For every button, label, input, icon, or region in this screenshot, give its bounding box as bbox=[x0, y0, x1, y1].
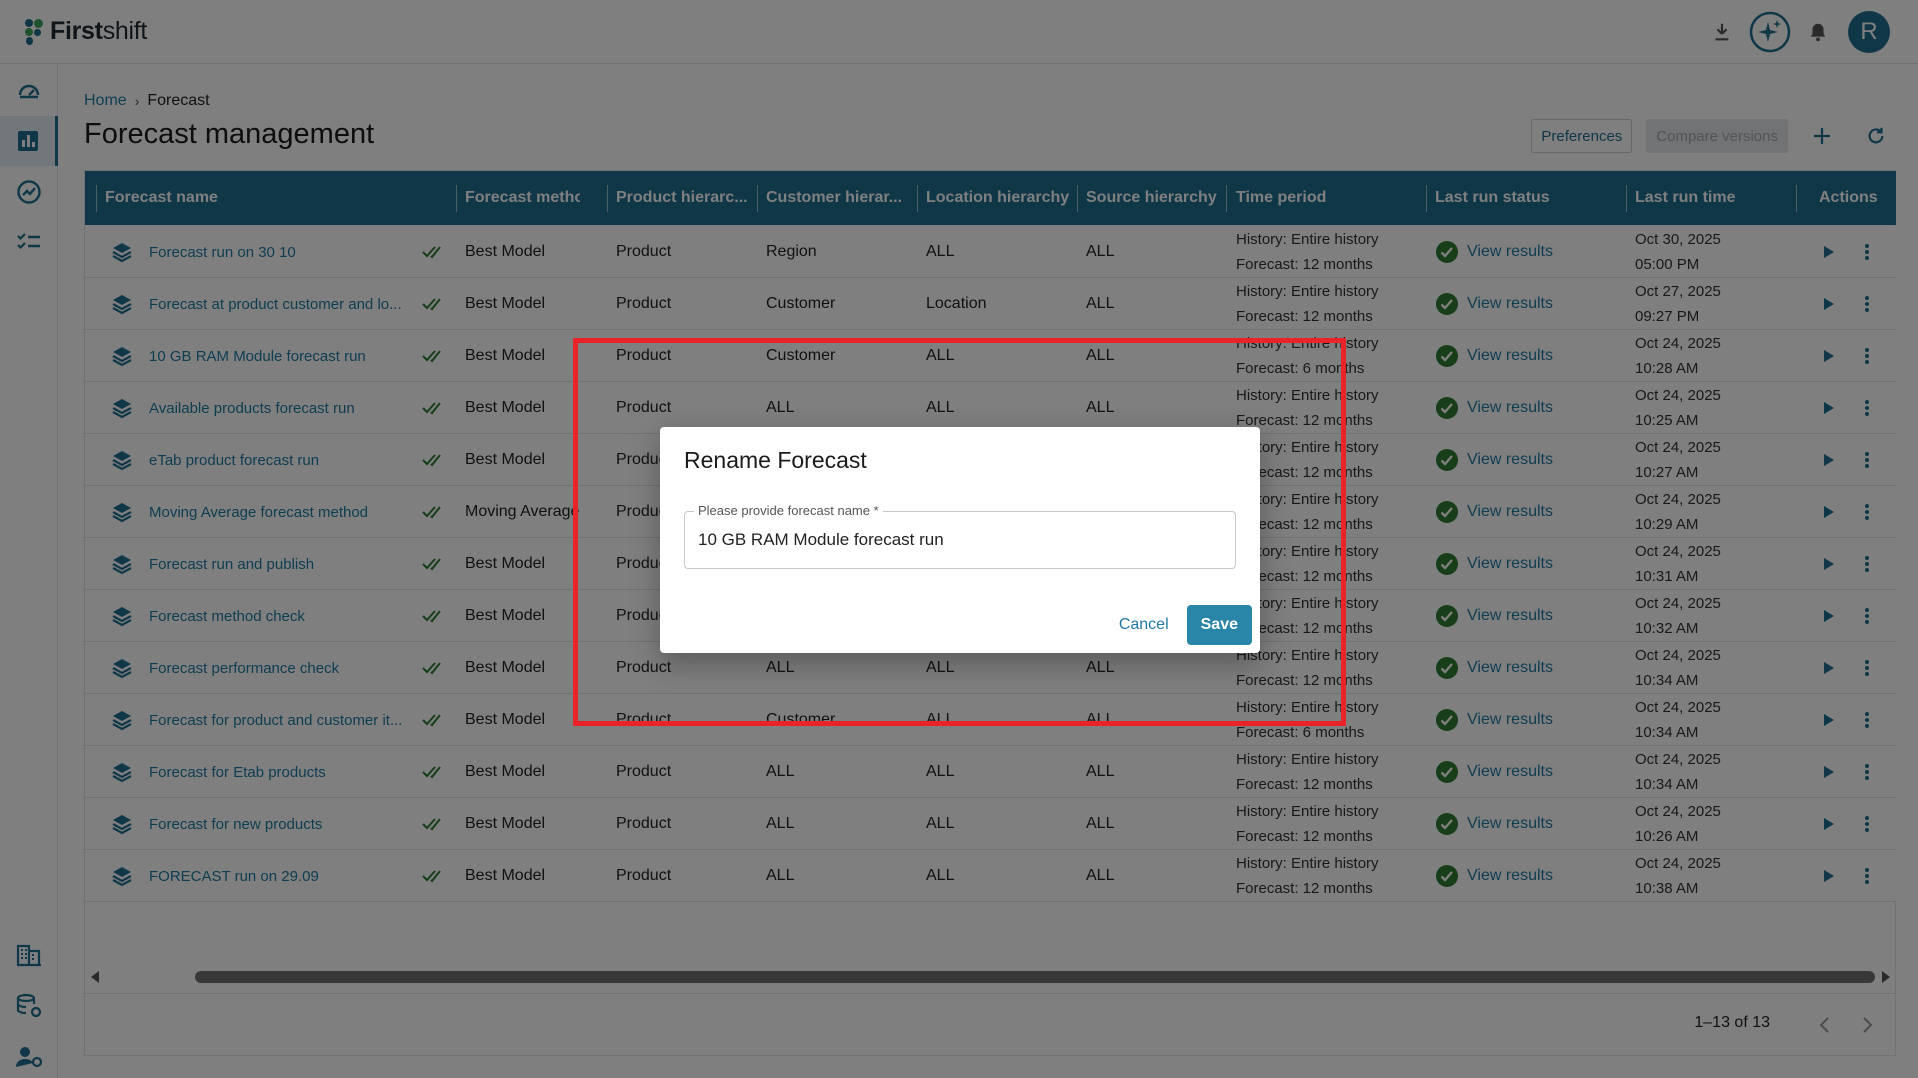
rename-forecast-dialog: Rename Forecast Please provide forecast … bbox=[660, 427, 1260, 653]
forecast-name-label: Please provide forecast name * bbox=[694, 503, 883, 518]
cancel-button[interactable]: Cancel bbox=[1113, 608, 1175, 642]
dialog-title: Rename Forecast bbox=[684, 447, 867, 473]
dialog-actions: Cancel Save bbox=[1113, 605, 1252, 645]
forecast-name-input[interactable] bbox=[698, 530, 1218, 550]
save-button[interactable]: Save bbox=[1186, 605, 1252, 645]
forecast-name-field[interactable]: Please provide forecast name * bbox=[684, 503, 1236, 569]
app-root: Firstshift R bbox=[0, 0, 1918, 1078]
